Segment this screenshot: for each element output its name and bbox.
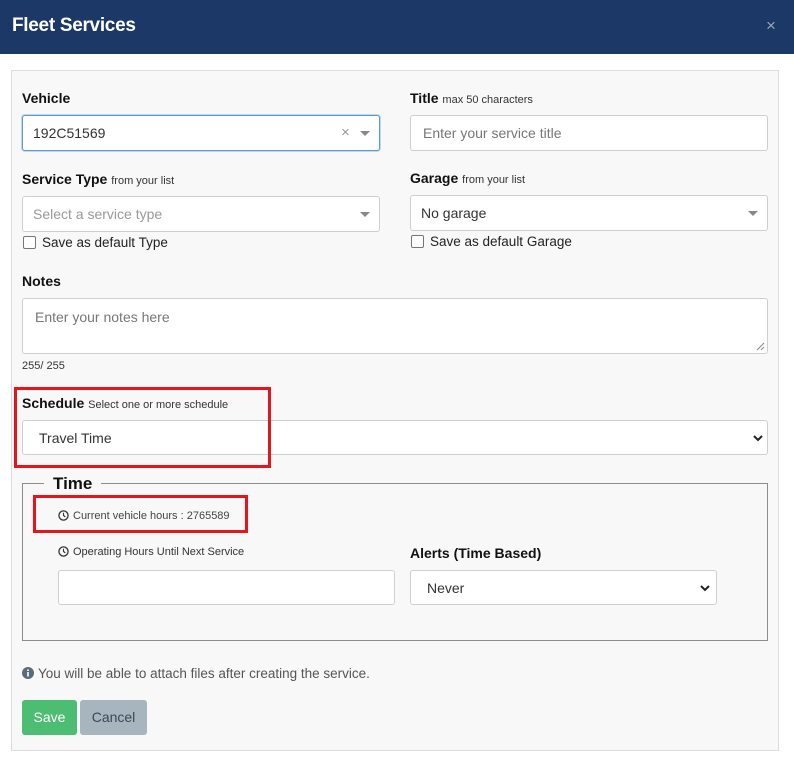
resize-handle-icon[interactable] (756, 342, 765, 351)
service-type-placeholder: Select a service type (33, 206, 163, 222)
clock-icon (58, 546, 69, 557)
service-type-label-text: Service Type (22, 171, 108, 187)
chevron-down-icon (700, 585, 710, 592)
title-input[interactable]: Enter your service title (410, 115, 768, 151)
service-type-select[interactable]: Select a service type (22, 196, 380, 232)
info-icon (22, 667, 34, 679)
operating-hours-input[interactable] (58, 570, 395, 605)
cancel-button[interactable]: Cancel (80, 700, 147, 735)
vehicle-value: 192C51569 (33, 125, 106, 141)
save-button[interactable]: Save (22, 700, 77, 735)
alerts-label: Alerts (Time Based) (410, 545, 542, 561)
default-garage-label: Save as default Garage (430, 234, 572, 249)
caret-down-icon (748, 211, 758, 216)
garage-label-text: Garage (410, 170, 459, 186)
title-label: Title max 50 characters (410, 90, 533, 106)
info-message: You will be able to attach files after c… (38, 666, 370, 681)
vehicle-label: Vehicle (22, 90, 71, 106)
service-type-label: Service Type from your list (22, 171, 174, 187)
title-hint: max 50 characters (442, 94, 533, 106)
notes-placeholder: Enter your notes here (35, 309, 170, 325)
default-garage-checkbox[interactable] (411, 235, 424, 248)
notes-textarea[interactable]: Enter your notes here (22, 298, 768, 354)
notes-char-counter: 255/ 255 (22, 360, 65, 372)
title-placeholder: Enter your service title (423, 125, 562, 141)
alerts-select[interactable]: Never (410, 570, 717, 605)
service-type-hint: from your list (111, 175, 175, 187)
garage-value: No garage (421, 205, 487, 221)
alerts-value: Never (427, 580, 465, 596)
caret-down-icon (360, 212, 370, 217)
close-button[interactable]: × (763, 17, 779, 35)
modal-header: Fleet Services × (0, 0, 794, 54)
clear-icon[interactable]: × (341, 125, 350, 140)
time-legend: Time (44, 474, 102, 494)
current-hours-highlight-box (33, 495, 248, 533)
default-type-checkbox[interactable] (23, 236, 36, 249)
garage-select[interactable]: No garage (410, 195, 768, 231)
modal-title: Fleet Services (12, 15, 136, 36)
operating-hours-label: Operating Hours Until Next Service (73, 546, 245, 558)
garage-hint: from your list (462, 174, 526, 186)
vehicle-select[interactable]: 192C51569 × (22, 115, 380, 151)
chevron-down-icon (753, 435, 763, 442)
garage-label: Garage from your list (410, 170, 525, 186)
default-type-label: Save as default Type (42, 235, 168, 250)
schedule-highlight-box (14, 387, 271, 468)
notes-label: Notes (22, 273, 61, 289)
caret-down-icon (360, 131, 370, 136)
title-label-text: Title (410, 90, 439, 106)
